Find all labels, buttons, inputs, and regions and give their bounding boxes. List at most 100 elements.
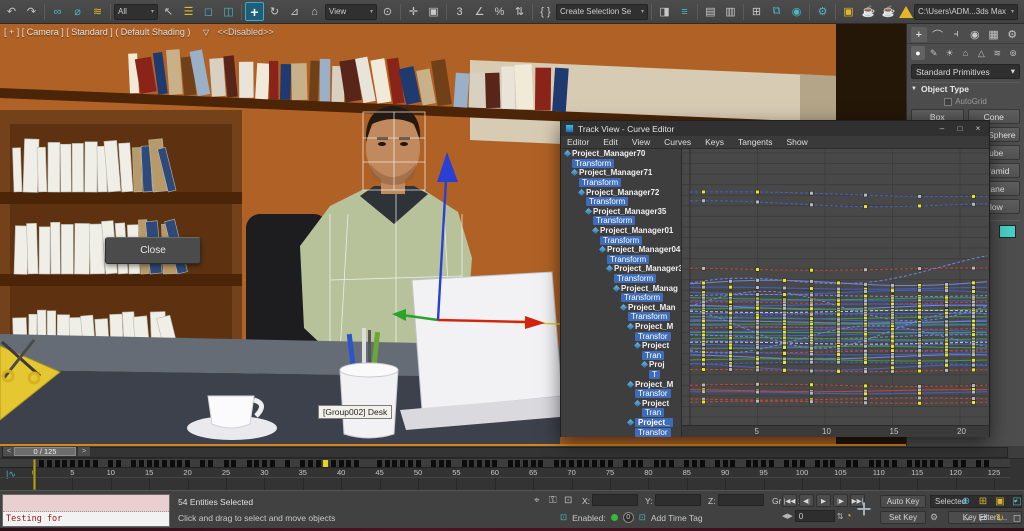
curve-graph-area[interactable]: 5 10 15 20 xyxy=(682,149,989,437)
tree-item-transform[interactable]: Transform xyxy=(561,197,681,207)
animation-key[interactable] xyxy=(62,460,68,467)
window-crossing-icon[interactable]: ◫ xyxy=(219,2,238,21)
animation-key[interactable] xyxy=(661,460,667,467)
animation-key[interactable] xyxy=(77,460,83,467)
tab-modify[interactable]: ⌒ xyxy=(930,27,946,42)
key-filter-mode-icon[interactable]: ⚙ xyxy=(930,512,938,523)
listener-script-pane[interactable]: Testing for xyxy=(3,512,169,526)
animation-key[interactable] xyxy=(354,460,360,467)
animation-key[interactable] xyxy=(492,460,498,467)
animation-key[interactable] xyxy=(461,460,467,467)
menu-edit[interactable]: Edit xyxy=(603,137,618,147)
subtab-systems[interactable]: ⊚ xyxy=(1006,46,1020,60)
tab-display[interactable]: ▦ xyxy=(986,27,1002,42)
frame-spinner[interactable]: ⇅ xyxy=(837,512,844,521)
tree-item-object[interactable]: Proj xyxy=(561,360,681,370)
animation-key[interactable] xyxy=(115,460,121,467)
select-and-scale-icon[interactable]: ⊿ xyxy=(285,2,304,21)
tree-item-object[interactable]: Project_Manager3 xyxy=(561,264,681,274)
animation-key[interactable] xyxy=(400,460,406,467)
tab-utilities[interactable]: ⚙ xyxy=(1004,27,1020,42)
animation-key[interactable] xyxy=(876,460,882,467)
animation-key[interactable] xyxy=(208,460,214,467)
undo-icon[interactable]: ↶ xyxy=(2,2,21,21)
named-selection-sets-combo[interactable]: Create Selection Se ▾ xyxy=(556,3,648,20)
animation-key[interactable] xyxy=(630,460,636,467)
tab-hierarchy[interactable]: ⫞ xyxy=(948,27,964,42)
tab-motion[interactable]: ◉ xyxy=(967,27,983,42)
animation-key[interactable] xyxy=(569,460,575,467)
track-bar-keys[interactable] xyxy=(0,459,1010,468)
category-dropdown[interactable]: Standard Primitives ▾ xyxy=(911,64,1020,79)
close-button[interactable]: Close xyxy=(105,237,201,264)
animation-key[interactable] xyxy=(269,460,275,467)
zoom-icon[interactable]: ⊕ xyxy=(958,493,974,509)
tab-create[interactable]: + xyxy=(911,27,927,42)
animation-key[interactable] xyxy=(108,460,114,467)
curve-editor-icon[interactable]: ⊞ xyxy=(747,2,766,21)
play-button[interactable]: ▶ xyxy=(816,494,831,507)
animation-key[interactable] xyxy=(753,460,759,467)
animation-key[interactable] xyxy=(937,460,943,467)
project-path-dropdown[interactable]: C:\Users\ADM...3ds Max 2024▾ xyxy=(914,3,1018,20)
animation-key[interactable] xyxy=(54,460,60,467)
track-view-titlebar[interactable]: Track View - Curve Editor – □ × xyxy=(561,121,989,136)
tree-item-transform[interactable]: Transfor xyxy=(561,331,681,341)
two-d-pan-icon[interactable]: ⇄ xyxy=(975,510,991,526)
animation-key[interactable] xyxy=(768,460,774,467)
subtab-helpers[interactable]: △ xyxy=(974,46,988,60)
animation-key[interactable] xyxy=(791,460,797,467)
time-tag-icon[interactable]: ⊡ xyxy=(639,512,646,523)
animation-key[interactable] xyxy=(976,460,982,467)
track-bar[interactable]: |∿ 0510152025303540455055606570758085909… xyxy=(0,459,1024,491)
animation-key[interactable] xyxy=(162,460,168,467)
autogrid-checkbox[interactable] xyxy=(944,97,953,106)
tree-item-transform[interactable]: T xyxy=(561,369,681,380)
animation-key[interactable] xyxy=(438,460,444,467)
object-type-rollout-header[interactable]: ▼ Object Type xyxy=(911,82,1020,95)
animation-key[interactable] xyxy=(891,460,897,467)
animation-key[interactable] xyxy=(92,460,98,467)
animation-key[interactable] xyxy=(346,460,352,467)
set-key-button[interactable]: Set Key xyxy=(880,511,926,524)
select-and-place-icon[interactable]: ⌂ xyxy=(305,2,324,21)
animation-key[interactable] xyxy=(223,460,229,467)
isolate-selection-icon[interactable]: ⌖ xyxy=(534,495,540,506)
animation-key[interactable] xyxy=(576,460,582,467)
animation-key[interactable] xyxy=(584,460,590,467)
animation-key[interactable] xyxy=(169,460,175,467)
add-time-tag-label[interactable]: Add Time Tag xyxy=(651,513,703,523)
animation-key[interactable] xyxy=(914,460,920,467)
tree-item-object[interactable]: Project_Manager72 xyxy=(561,187,681,197)
next-frame-arrow[interactable]: > xyxy=(78,447,90,456)
z-field[interactable] xyxy=(718,494,764,506)
animation-key[interactable] xyxy=(523,460,529,467)
zoom-extents-icon[interactable]: ▣ xyxy=(992,493,1008,509)
go-to-start-button[interactable]: |◀◀ xyxy=(782,494,797,507)
viewport-label-text[interactable]: [ + ] [ Camera ] [ Standard ] ( Default … xyxy=(4,27,190,37)
animation-key[interactable] xyxy=(338,460,344,467)
enabled-count-badge[interactable]: 0 xyxy=(622,512,634,523)
animation-key[interactable] xyxy=(715,460,721,467)
animation-key[interactable] xyxy=(868,460,874,467)
animation-key[interactable] xyxy=(684,460,690,467)
menu-editor[interactable]: Editor xyxy=(567,137,589,147)
animation-key[interactable] xyxy=(246,460,252,467)
animation-key[interactable] xyxy=(154,460,160,467)
animation-key[interactable] xyxy=(822,460,828,467)
animation-key[interactable] xyxy=(39,460,45,467)
animation-key[interactable] xyxy=(699,460,705,467)
tree-item-object[interactable]: Project xyxy=(561,398,681,408)
animation-key[interactable] xyxy=(469,460,475,467)
object-color-swatch[interactable] xyxy=(999,225,1016,238)
menu-show[interactable]: Show xyxy=(787,137,808,147)
select-and-move-icon[interactable]: + xyxy=(245,2,264,21)
animation-key[interactable] xyxy=(638,460,644,467)
percent-snap-icon[interactable]: % xyxy=(490,2,509,21)
animation-key[interactable] xyxy=(384,460,390,467)
viewport-label[interactable]: [ + ] [ Camera ] [ Standard ] ( Default … xyxy=(4,27,274,37)
zoom-all-icon[interactable]: ⊞ xyxy=(975,493,991,509)
animation-key[interactable] xyxy=(722,460,728,467)
animation-key[interactable] xyxy=(983,460,989,467)
tree-item-object[interactable]: Project_Manager70 xyxy=(561,149,681,159)
